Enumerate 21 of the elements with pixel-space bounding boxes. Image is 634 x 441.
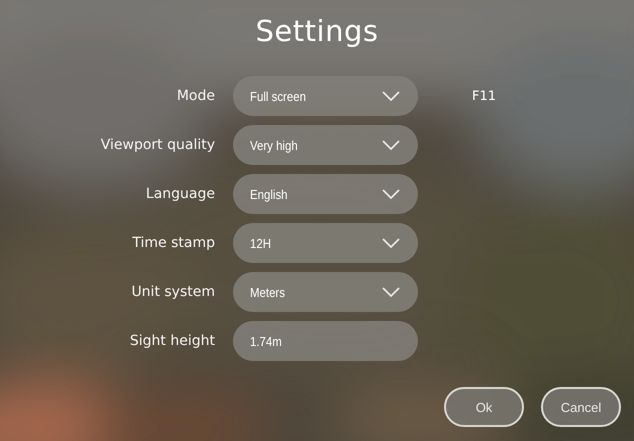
dropdown[interactable]: Very high bbox=[233, 125, 418, 165]
input-field[interactable]: 1.74m bbox=[233, 321, 418, 361]
chevron-down-icon bbox=[382, 140, 400, 150]
chevron-down-icon bbox=[382, 91, 400, 101]
chevron-down-icon bbox=[382, 189, 400, 199]
shortcut-hint: F11 bbox=[472, 88, 496, 104]
chevron-down-icon bbox=[382, 287, 400, 297]
dropdown[interactable]: 12H bbox=[233, 223, 418, 263]
setting-label: Time stamp bbox=[132, 235, 215, 251]
setting-label: Language bbox=[146, 186, 215, 202]
dialog-title: Settings bbox=[256, 13, 378, 50]
chevron-down-icon bbox=[382, 238, 400, 248]
dropdown[interactable]: Meters bbox=[233, 272, 418, 312]
setting-label: Sight height bbox=[130, 333, 215, 349]
ok-button[interactable]: Ok bbox=[444, 387, 524, 427]
dropdown[interactable]: Full screen bbox=[233, 76, 418, 116]
setting-label: Viewport quality bbox=[100, 137, 215, 153]
dropdown[interactable]: English bbox=[233, 174, 418, 214]
cancel-button[interactable]: Cancel bbox=[541, 387, 621, 427]
setting-label: Mode bbox=[176, 88, 215, 104]
setting-label: Unit system bbox=[131, 284, 215, 300]
